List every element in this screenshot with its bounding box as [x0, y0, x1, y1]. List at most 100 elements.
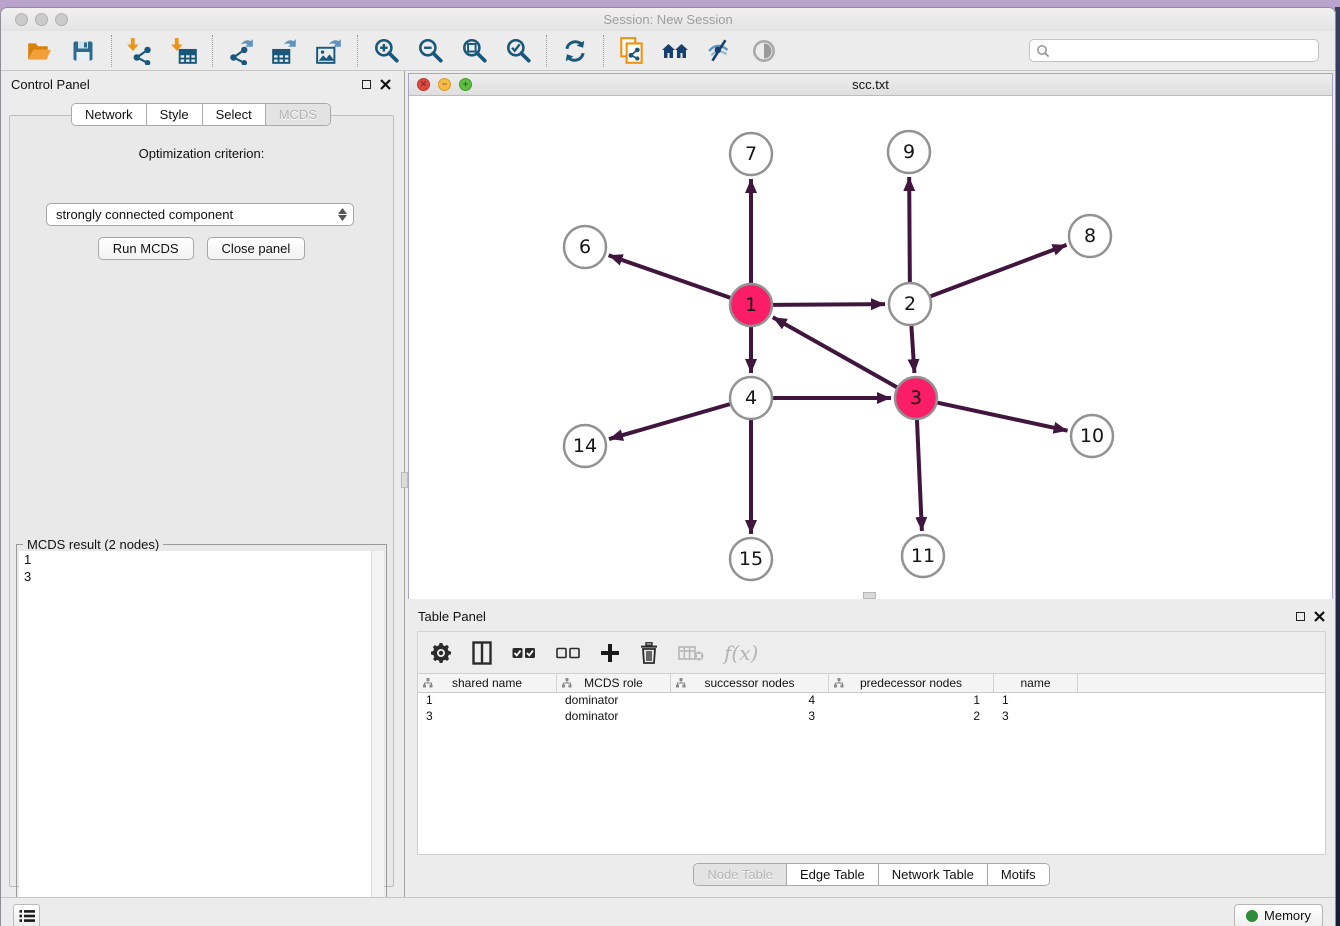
- table-cell[interactable]: 1: [418, 693, 557, 709]
- splitter-grip[interactable]: [401, 472, 408, 488]
- unselect-all-columns-icon[interactable]: [556, 639, 580, 667]
- export-image-icon[interactable]: [314, 36, 344, 66]
- column-panel-icon[interactable]: [472, 639, 492, 667]
- float-panel-icon[interactable]: [362, 80, 371, 89]
- refresh-icon[interactable]: [560, 36, 590, 66]
- run-mcds-button[interactable]: Run MCDS: [98, 237, 194, 260]
- zoom-fit-icon[interactable]: [459, 36, 489, 66]
- float-table-panel-icon[interactable]: [1296, 612, 1305, 621]
- graph-node-label: 3: [910, 387, 922, 409]
- table-tab-motifs[interactable]: Motifs: [987, 864, 1049, 885]
- mcds-result-line: 1: [19, 551, 384, 568]
- close-panel-button[interactable]: Close panel: [207, 237, 306, 260]
- column-header-predecessor-nodes[interactable]: predecessor nodes: [829, 674, 994, 692]
- open-file-icon[interactable]: [24, 36, 54, 66]
- search-input[interactable]: [1029, 39, 1319, 62]
- table-toolbar: f(x): [417, 631, 1326, 673]
- vertical-splitter[interactable]: [401, 71, 408, 897]
- app-window: Session: New Session: [0, 7, 1336, 926]
- close-table-panel-icon[interactable]: [1314, 611, 1325, 622]
- hide-selected-icon[interactable]: [705, 36, 735, 66]
- list-icon: [19, 909, 35, 923]
- graph-node-label: 11: [911, 545, 935, 567]
- optimization-select[interactable]: strongly connected component: [46, 203, 354, 226]
- graph-edge-3-1[interactable]: [773, 317, 897, 387]
- table-cell[interactable]: 3: [418, 709, 557, 725]
- select-all-columns-icon[interactable]: [512, 639, 536, 667]
- graph-edge-1-2[interactable]: [773, 304, 885, 305]
- table-tab-edge-table[interactable]: Edge Table: [786, 864, 878, 885]
- network-window-title: scc.txt: [409, 77, 1332, 92]
- mcds-result-groupbox: MCDS result (2 nodes) 13: [16, 544, 387, 923]
- table-row[interactable]: 3dominator323: [418, 709, 1325, 725]
- table-tab-network-table[interactable]: Network Table: [878, 864, 987, 885]
- column-header-name[interactable]: name: [994, 674, 1078, 692]
- graph-edge-3-11[interactable]: [917, 420, 922, 531]
- table-settings-gear-icon[interactable]: [430, 639, 452, 667]
- tab-select[interactable]: Select: [202, 104, 265, 125]
- graph-edge-4-14[interactable]: [609, 404, 730, 439]
- table-cell[interactable]: dominator: [557, 709, 671, 725]
- table-cell[interactable]: dominator: [557, 693, 671, 709]
- create-column-plus-icon[interactable]: [600, 639, 620, 667]
- column-header-shared-name[interactable]: shared name: [418, 674, 557, 692]
- table-cell[interactable]: 1: [994, 693, 1078, 709]
- memory-button[interactable]: Memory: [1234, 904, 1323, 926]
- import-network-icon[interactable]: [125, 36, 155, 66]
- control-panel-tabs: NetworkStyleSelectMCDS: [1, 103, 401, 126]
- memory-status-dot: [1246, 910, 1258, 922]
- window-title: Session: New Session: [1, 12, 1335, 27]
- import-table-icon[interactable]: [169, 36, 199, 66]
- function-builder-icon-disabled: f(x): [724, 639, 758, 667]
- memory-label: Memory: [1264, 908, 1311, 923]
- graph-node-label: 2: [904, 293, 916, 315]
- network-resize-grip[interactable]: [863, 592, 876, 599]
- table-cell[interactable]: 3: [671, 709, 829, 725]
- result-scrollbar[interactable]: [371, 551, 384, 920]
- network-canvas[interactable]: 7968124314101511: [409, 96, 1332, 599]
- mcds-result-textarea[interactable]: 13: [19, 551, 384, 920]
- graph-node-label: 8: [1084, 225, 1096, 247]
- table-header-row: shared nameMCDS rolesuccessor nodesprede…: [418, 674, 1325, 693]
- column-header-successor-nodes[interactable]: successor nodes: [671, 674, 829, 692]
- column-type-icon: [562, 678, 572, 688]
- table-cell[interactable]: 1: [829, 693, 994, 709]
- delete-table-icon-disabled: [678, 639, 704, 667]
- table-tab-node-table[interactable]: Node Table: [694, 864, 786, 885]
- delete-column-trash-icon[interactable]: [640, 639, 658, 667]
- graph-edge-1-6[interactable]: [609, 255, 731, 297]
- network-graph: 7968124314101511: [409, 96, 1332, 599]
- zoom-selected-icon[interactable]: [503, 36, 533, 66]
- first-neighbors-icon[interactable]: [661, 36, 691, 66]
- graph-edge-3-10[interactable]: [938, 403, 1068, 431]
- table-cell[interactable]: 2: [829, 709, 994, 725]
- table-row[interactable]: 1dominator411: [418, 693, 1325, 709]
- graph-node-label: 14: [573, 435, 597, 457]
- table-cell[interactable]: 3: [994, 709, 1078, 725]
- zoom-in-icon[interactable]: [371, 36, 401, 66]
- zoom-out-icon[interactable]: [415, 36, 445, 66]
- tab-network[interactable]: Network: [72, 104, 146, 125]
- close-panel-icon[interactable]: [380, 79, 391, 90]
- task-history-button[interactable]: [13, 904, 40, 926]
- column-type-icon: [676, 678, 686, 688]
- graph-edge-2-3[interactable]: [911, 326, 914, 373]
- column-header-MCDS-role[interactable]: MCDS role: [557, 674, 671, 692]
- graph-node-label: 6: [579, 236, 591, 258]
- graph-edge-2-8[interactable]: [931, 245, 1067, 296]
- tab-style[interactable]: Style: [146, 104, 202, 125]
- column-type-icon: [423, 678, 433, 688]
- show-all-icon[interactable]: [749, 36, 779, 66]
- duplicate-network-icon[interactable]: [617, 36, 647, 66]
- export-network-icon[interactable]: [226, 36, 256, 66]
- graph-node-label: 7: [745, 143, 757, 165]
- select-arrows-icon: [338, 208, 347, 221]
- tab-mcds[interactable]: MCDS: [265, 104, 330, 125]
- save-session-icon[interactable]: [68, 36, 98, 66]
- status-bar: Memory: [1, 897, 1335, 926]
- graph-node-label: 15: [739, 548, 763, 570]
- control-panel: Control Panel NetworkStyleSelectMCDS Opt…: [1, 71, 401, 897]
- export-table-icon[interactable]: [270, 36, 300, 66]
- graph-edge-2-9[interactable]: [909, 177, 910, 282]
- table-cell[interactable]: 4: [671, 693, 829, 709]
